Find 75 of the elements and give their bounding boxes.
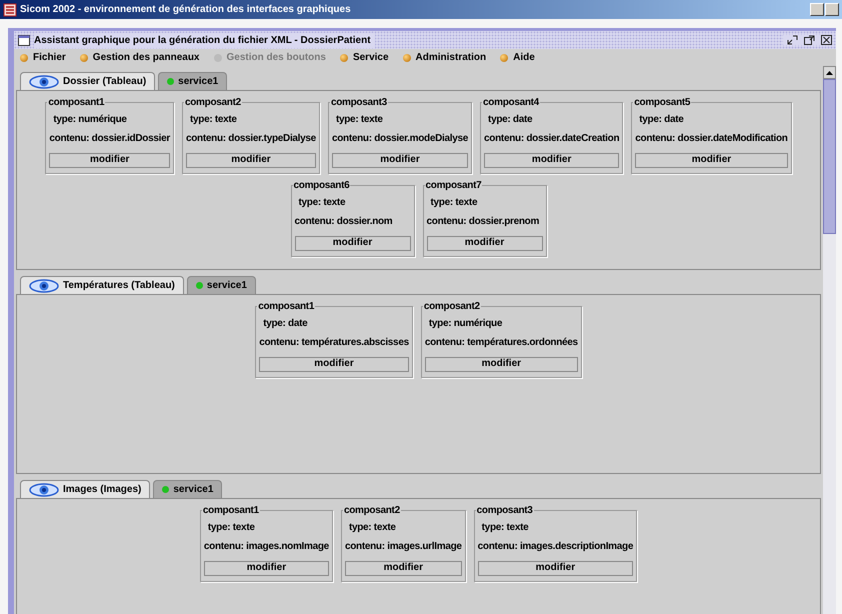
menu-item[interactable]: Aide [500,50,535,65]
content-label: contenu: dossier.typeDialyse [186,132,316,146]
group-title: composant2 [422,300,481,314]
menu-item[interactable]: Gestion des panneaux [80,50,200,65]
group-title: composant3 [476,504,534,518]
menu-item[interactable]: Service [340,50,389,65]
menu-item[interactable]: Administration [402,50,486,65]
eye-icon [29,482,59,496]
group-title: composant1 [47,96,106,110]
tab[interactable]: service1 [153,480,222,498]
window-icon [18,34,30,46]
modify-button[interactable]: modifier [424,356,578,372]
tab[interactable]: service1 [158,72,228,90]
group-title: composant6 [292,179,350,193]
tab[interactable]: Températures (Tableau) [20,276,184,294]
eye-icon [29,278,59,292]
scrollbar[interactable] [823,66,836,614]
type-label: type: texte [348,521,397,535]
up-arrow-icon [826,70,833,74]
modify-button[interactable]: modifier [426,236,542,250]
content-label: contenu: dossier.nom [294,215,394,229]
type-label: type: date [638,113,684,127]
modify-button[interactable]: modifier [204,560,329,576]
scroll-up-button[interactable] [823,66,836,79]
modify-button[interactable]: modifier [332,152,468,168]
scroll-thumb[interactable] [823,79,836,234]
modify-button[interactable]: modifier [344,560,462,576]
type-label: type: numérique [52,113,128,127]
frame-title: Assistant graphique pour la génération du fichier XML - DossierPatient [34,32,375,48]
content-label: contenu: images.descriptionImage [478,540,634,554]
type-label: type: numérique [428,317,504,331]
modify-button[interactable]: modifier [186,152,316,168]
app-icon [3,2,17,16]
content-label: contenu: températures.abscisses [259,336,409,350]
iconify-icon[interactable] [787,35,798,45]
group-title: composant1 [257,300,316,314]
tab[interactable]: Images (Images) [20,480,150,498]
type-label: type: texte [206,521,256,535]
group-title: composant2 [184,96,242,110]
content-label: contenu: dossier.prenom [426,215,540,229]
tab[interactable]: service1 [186,276,256,294]
group-title: composant5 [633,96,692,110]
group-title: composant3 [330,96,388,110]
group-title: composant1 [202,504,260,518]
close-icon[interactable] [821,35,832,45]
window-title: Sicom 2002 - environnement de génération des interfaces graphiques [20,3,351,17]
content-label: contenu: dossier.modeDialyse [332,132,468,146]
type-label: type: date [487,113,534,127]
tab[interactable]: Dossier (Tableau) [20,72,156,90]
eye-icon [29,74,59,88]
modify-button[interactable]: modifier [478,560,634,576]
type-label: type: date [262,317,308,331]
modify-button[interactable]: modifier [484,152,620,168]
type-label: type: texte [188,113,238,127]
content-label: contenu: images.nomImage [204,540,329,554]
modify-button[interactable]: modifier [635,152,788,168]
content-label: contenu: températures.ordonnées [424,336,578,350]
minimize-button[interactable] [810,3,824,16]
type-label: type: texte [298,196,346,210]
group-title: composant2 [342,504,401,518]
type-label: type: texte [334,113,384,127]
menu-item[interactable]: Fichier [20,50,66,65]
content-label: contenu: dossier.dateModification [635,132,788,146]
maximize-icon[interactable] [804,35,815,45]
type-label: type: texte [430,196,478,210]
modify-button[interactable]: modifier [259,356,409,372]
type-label: type: texte [480,521,530,535]
group-title: composant4 [482,96,540,110]
modify-button[interactable]: modifier [294,236,410,250]
content-label: contenu: dossier.idDossier [49,132,170,146]
content-label: contenu: dossier.dateCreation [484,132,620,146]
modify-button[interactable]: modifier [49,152,170,168]
maximize-button[interactable] [825,3,839,16]
group-title: composant7 [424,179,482,193]
content-label: contenu: images.urlImage [344,540,462,554]
